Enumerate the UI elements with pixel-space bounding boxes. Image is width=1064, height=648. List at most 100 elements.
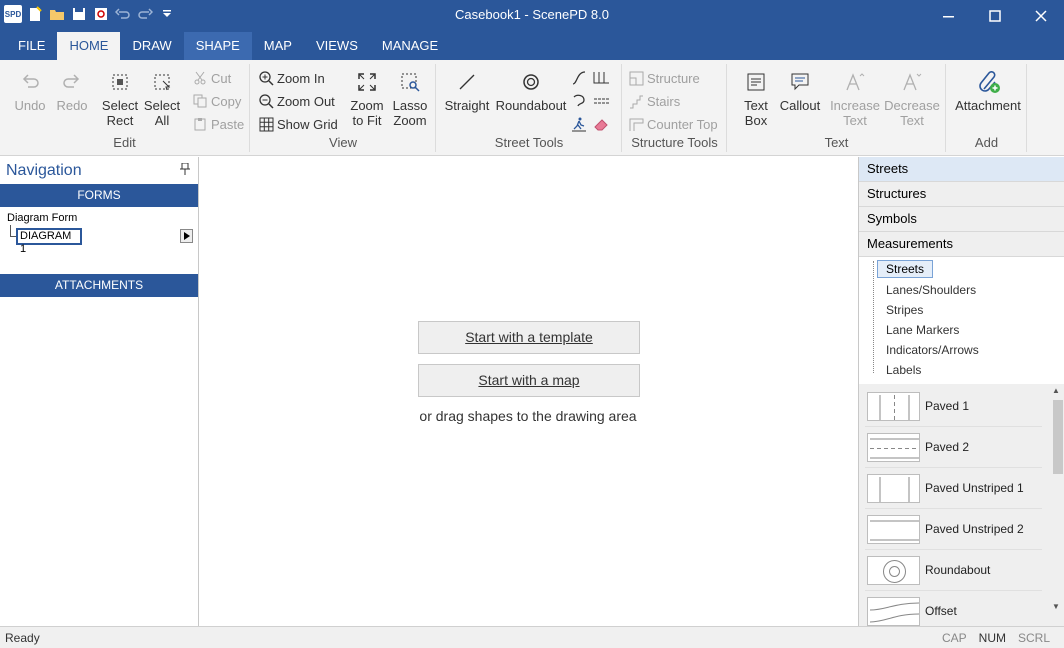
gallery-scrollbar[interactable]: ▲ ▼ xyxy=(1051,384,1063,626)
zoom-to-fit-button[interactable]: Zoom to Fit xyxy=(347,68,387,128)
paste-icon xyxy=(192,116,208,132)
scroll-thumb[interactable] xyxy=(1053,400,1063,474)
tree-item-streets[interactable]: Streets xyxy=(877,260,934,278)
counter-top-icon xyxy=(628,116,644,132)
attachments-header[interactable]: ATTACHMENTS xyxy=(0,274,198,297)
select-rect-button[interactable]: Select Rect xyxy=(100,68,140,128)
freeform-button[interactable] xyxy=(571,91,587,111)
tree-item-lanes-shoulders[interactable]: Lanes/Shoulders xyxy=(886,283,976,297)
eraser-icon xyxy=(593,116,609,132)
eraser-button[interactable] xyxy=(593,114,609,134)
category-measurements[interactable]: Measurements xyxy=(859,232,1064,257)
start-map-button[interactable]: Start with a map xyxy=(418,364,640,397)
scroll-down-icon[interactable]: ▼ xyxy=(1052,602,1060,611)
select-rect-icon xyxy=(108,68,132,96)
structure-button[interactable]: Structure xyxy=(628,68,700,88)
forms-header[interactable]: FORMS xyxy=(0,184,198,207)
roundabout-label: Roundabout xyxy=(495,98,567,113)
shape-label: Paved Unstriped 2 xyxy=(925,522,1024,536)
counter-top-button[interactable]: Counter Top xyxy=(628,114,718,134)
select-all-icon xyxy=(150,68,174,96)
attachment-button[interactable]: Attachment xyxy=(951,68,1025,113)
title-bar: SPD Casebook1 - ScenePD 8.0 xyxy=(0,0,1064,32)
text-box-label-2: Box xyxy=(744,113,768,128)
roundabout-button[interactable]: Roundabout xyxy=(493,68,569,113)
text-box-label-1: Text xyxy=(744,98,768,113)
undo-button[interactable]: Undo xyxy=(10,68,50,113)
tree-item-lane-markers[interactable]: Lane Markers xyxy=(886,323,959,337)
tab-home[interactable]: HOME xyxy=(57,32,121,60)
tree-item-indicators-arrows[interactable]: Indicators/Arrows xyxy=(886,343,979,357)
tab-draw[interactable]: DRAW xyxy=(120,32,183,60)
view-group-label: View xyxy=(329,135,357,150)
tab-shape[interactable]: SHAPE xyxy=(183,32,252,60)
edit-group-label: Edit xyxy=(113,135,136,150)
drawing-area[interactable]: Start with a template Start with a map o… xyxy=(200,157,857,626)
start-template-button[interactable]: Start with a template xyxy=(418,321,640,354)
shape-gallery: Paved 1 Paved 2 Paved Unstriped 1 Paved … xyxy=(859,384,1064,626)
tab-manage[interactable]: MANAGE xyxy=(370,32,450,60)
increase-text-button[interactable]: Increase Text xyxy=(826,68,884,128)
cut-button[interactable]: Cut xyxy=(192,68,231,88)
category-streets[interactable]: Streets xyxy=(859,157,1064,182)
text-group: Text Box Callout Increase Text Decrease … xyxy=(728,64,946,152)
lanes-button[interactable] xyxy=(593,68,609,88)
minimize-button[interactable] xyxy=(926,0,972,32)
zoom-in-button[interactable]: Zoom In xyxy=(258,68,325,88)
increase-text-label-2: Text xyxy=(843,113,867,128)
lasso-zoom-button[interactable]: Lasso Zoom xyxy=(389,68,431,128)
shapes-panel: Streets Structures Symbols Measurements … xyxy=(858,157,1064,626)
diagram-item[interactable]: DIAGRAM 1 xyxy=(16,228,82,255)
tab-map[interactable]: MAP xyxy=(252,32,304,60)
select-rect-label-1: Select xyxy=(101,98,139,113)
roundabout-thumbnail xyxy=(867,556,920,585)
shape-item[interactable]: Paved Unstriped 1 xyxy=(865,468,1042,509)
play-icon[interactable] xyxy=(180,229,193,243)
category-structures[interactable]: Structures xyxy=(859,182,1064,207)
zoom-to-fit-icon xyxy=(355,68,379,96)
curve-button[interactable] xyxy=(571,68,587,88)
undo-icon xyxy=(18,68,42,96)
stripes-button[interactable] xyxy=(593,91,609,111)
shape-item[interactable]: Offset xyxy=(865,591,1042,626)
shape-item[interactable]: Roundabout xyxy=(865,550,1042,591)
shape-item[interactable]: Paved 1 xyxy=(865,386,1042,427)
crosswalk-button[interactable] xyxy=(571,114,587,134)
pin-icon[interactable] xyxy=(180,162,190,178)
close-button[interactable] xyxy=(1018,0,1064,32)
close-icon xyxy=(1035,10,1047,22)
stairs-label: Stairs xyxy=(647,93,681,109)
maximize-button[interactable] xyxy=(972,0,1018,32)
text-box-button[interactable]: Text Box xyxy=(736,68,776,128)
decrease-text-button[interactable]: Decrease Text xyxy=(882,68,942,128)
decrease-font-icon xyxy=(900,68,924,96)
lasso-zoom-icon xyxy=(398,68,422,96)
stairs-button[interactable]: Stairs xyxy=(628,91,680,111)
shape-label: Paved 2 xyxy=(925,440,970,454)
select-all-button[interactable]: Select All xyxy=(142,68,182,128)
tree-item-labels[interactable]: Labels xyxy=(886,363,921,377)
copy-icon xyxy=(192,93,208,109)
straight-button[interactable]: Straight xyxy=(443,68,491,113)
tree-item-stripes[interactable]: Stripes xyxy=(886,303,923,317)
lanes-icon xyxy=(593,70,609,86)
copy-button[interactable]: Copy xyxy=(192,91,241,111)
shape-item[interactable]: Paved 2 xyxy=(865,427,1042,468)
tab-file[interactable]: FILE xyxy=(6,32,57,60)
shape-item[interactable]: Paved Unstriped 2 xyxy=(865,509,1042,550)
zoom-in-icon xyxy=(258,70,274,86)
tab-views[interactable]: VIEWS xyxy=(304,32,370,60)
zoom-out-button[interactable]: Zoom Out xyxy=(258,91,335,111)
minimize-icon xyxy=(943,16,954,18)
category-symbols[interactable]: Symbols xyxy=(859,207,1064,232)
zoom-to-fit-label-1: Zoom xyxy=(350,98,384,113)
show-grid-label: Show Grid xyxy=(277,116,338,132)
redo-label: Redo xyxy=(56,98,88,113)
show-grid-button[interactable]: Show Grid xyxy=(258,114,338,134)
scroll-up-icon[interactable]: ▲ xyxy=(1052,386,1060,395)
paved-1-thumbnail xyxy=(867,392,920,421)
paste-button[interactable]: Paste xyxy=(192,114,244,134)
redo-button[interactable]: Redo xyxy=(52,68,92,113)
caps-lock-indicator: CAP xyxy=(941,631,967,645)
callout-button[interactable]: Callout xyxy=(778,68,822,113)
